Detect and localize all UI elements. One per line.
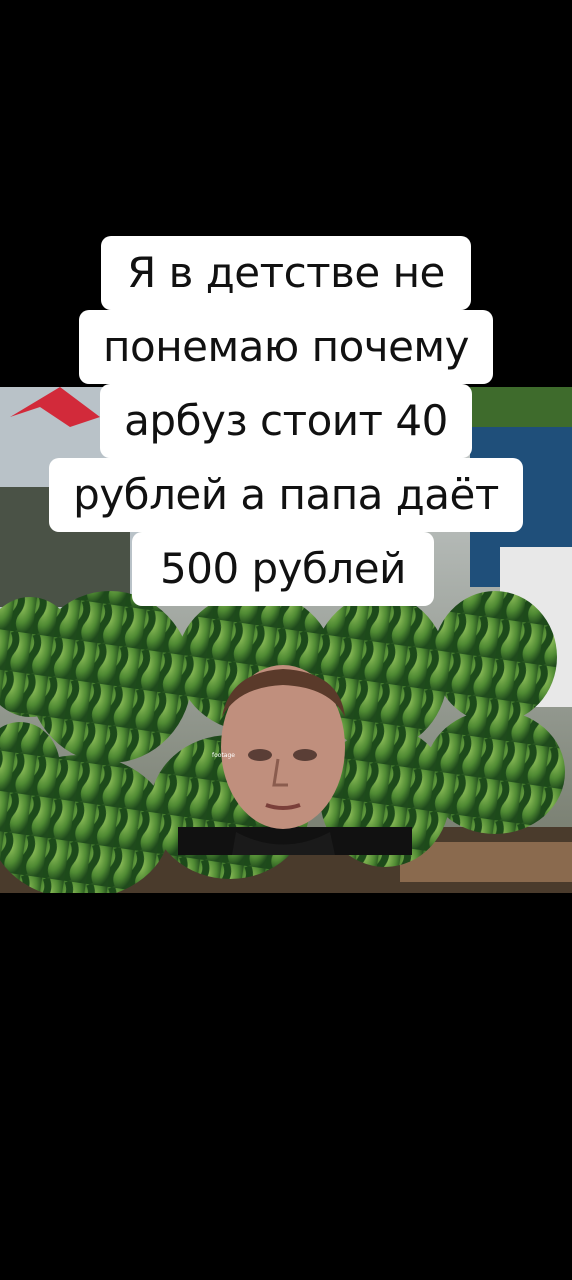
screen: { "caption": { "lines": [ "Я в детстве н… bbox=[0, 0, 572, 1280]
watermark-text: footage bbox=[212, 752, 235, 759]
caption-line-5: 500 рублей bbox=[132, 532, 434, 606]
caption: Я в детстве не понемаю почему арбуз стои… bbox=[0, 236, 572, 606]
caption-line-4: рублей а папа даёт bbox=[49, 458, 523, 532]
caption-line-1: Я в детстве не bbox=[101, 236, 471, 310]
caption-line-3: арбуз стоит 40 bbox=[100, 384, 472, 458]
caption-line-2: понемаю почему bbox=[79, 310, 493, 384]
